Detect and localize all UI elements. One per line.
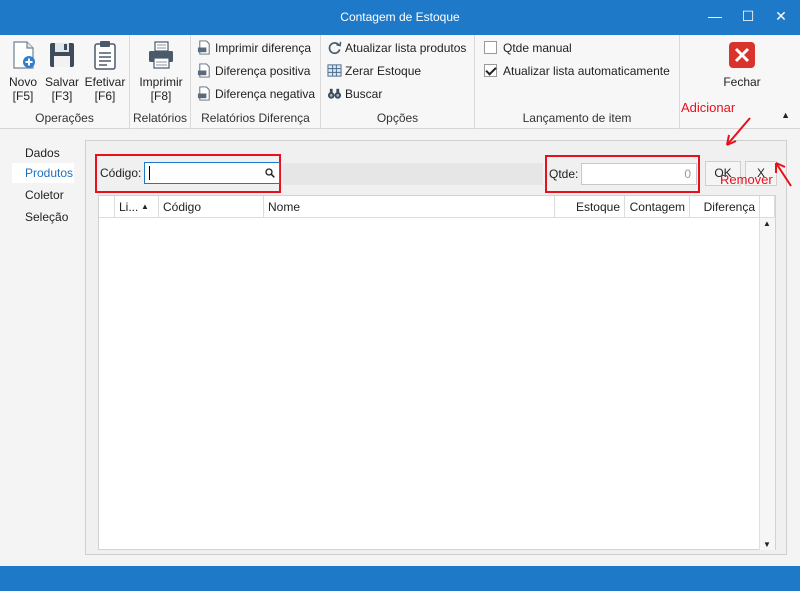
qtde-label: Qtde:	[549, 167, 579, 181]
nav-item-coletor[interactable]: Coletor	[12, 185, 74, 205]
ribbon-group-lancamento: Qtde manual Atualizar lista automaticame…	[475, 35, 680, 129]
products-grid: Li... ▲ Código Nome Estoque Contagem Dife…	[98, 195, 776, 550]
clipboard-icon	[94, 41, 116, 70]
qtde-manual-label: Qtde manual	[503, 41, 572, 55]
search-icon[interactable]	[265, 168, 275, 178]
grid-table-icon	[327, 64, 342, 77]
status-bar	[0, 566, 800, 591]
column-header-li[interactable]: Li... ▲	[115, 196, 159, 218]
produtos-panel: Código: Qtde: 0 OK X Li... ▲ Código Nome …	[85, 140, 787, 555]
ribbon-group-opcoes: Atualizar lista produtos Zerar Estoque B…	[321, 35, 475, 129]
printer-icon	[149, 41, 173, 69]
imprimir-shortcut: [F8]	[150, 89, 172, 103]
qtde-input[interactable]: 0	[581, 163, 697, 185]
document-print-icon	[197, 63, 210, 78]
qtde-manual-checkbox[interactable]: Qtde manual	[484, 38, 572, 58]
codigo-input[interactable]	[144, 162, 280, 184]
ribbon-collapse-button[interactable]: ▲	[781, 110, 790, 120]
annotation-adicionar: Adicionar	[681, 100, 736, 115]
sort-asc-icon: ▲	[141, 202, 149, 211]
imprimir-button[interactable]: Imprimir [F8]	[136, 39, 186, 103]
qtde-manual-check-box[interactable]	[484, 41, 497, 55]
fechar-label: Fechar	[723, 75, 761, 89]
maximize-button[interactable]: ☐	[731, 0, 765, 35]
floppy-disk-icon	[50, 43, 74, 67]
salvar-shortcut: [F3]	[51, 89, 73, 103]
efetivar-button[interactable]: Efetivar [F6]	[84, 39, 126, 103]
efetivar-shortcut: [F6]	[94, 89, 116, 103]
nav-item-produtos[interactable]: Produtos	[12, 163, 74, 183]
group-label-relatorios: Relatórios	[132, 111, 188, 125]
annotation-remover: Remover	[720, 172, 773, 187]
grid-scrollbar[interactable]: ▲ ▼	[759, 218, 775, 550]
salvar-button[interactable]: Salvar [F3]	[44, 39, 80, 103]
column-header-diferenca[interactable]: Diferença	[690, 196, 760, 218]
codigo-label: Código:	[100, 166, 142, 180]
atualizar-automatico-check-box[interactable]	[484, 64, 497, 78]
new-document-icon	[13, 41, 35, 69]
ribbon-group-relatorios: Imprimir [F8] Relatórios	[130, 35, 191, 129]
codigo-highlight: Código:	[95, 154, 281, 193]
diferenca-positiva-label: Diferença positiva	[215, 64, 311, 78]
imprimir-diferenca-label: Imprimir diferença	[215, 41, 312, 55]
buscar-label: Buscar	[345, 87, 383, 101]
atualizar-lista-produtos-label: Atualizar lista produtos	[345, 41, 467, 55]
diferenca-positiva-button[interactable]: Diferença positiva	[197, 61, 310, 81]
atualizar-lista-produtos-button[interactable]: Atualizar lista produtos	[327, 38, 466, 58]
diferenca-negativa-label: Diferença negativa	[215, 87, 316, 101]
buscar-button[interactable]: Buscar	[327, 84, 382, 104]
group-label-opcoes: Opções	[376, 111, 419, 125]
binoculars-icon	[327, 89, 342, 99]
scroll-down-icon[interactable]: ▼	[763, 540, 771, 549]
salvar-label: Salvar	[44, 75, 79, 89]
diferenca-negativa-button[interactable]: Diferença negativa	[197, 84, 315, 104]
qtde-highlight: Qtde: 0	[545, 155, 700, 193]
close-red-icon	[729, 42, 755, 68]
content-area: Dados Produtos Coletor Seleção Código: Q…	[0, 129, 800, 566]
close-window-button[interactable]: ✕	[764, 0, 798, 35]
atualizar-automatico-label: Atualizar lista automaticamente	[503, 64, 670, 78]
search-bar-background	[283, 163, 543, 185]
novo-shortcut: [F5]	[12, 89, 34, 103]
column-header-codigo[interactable]: Código	[159, 196, 264, 218]
ribbon: Novo [F5] Salvar [F3] Efetivar [F6] Oper…	[0, 35, 800, 129]
window-title: Contagem de Estoque	[340, 10, 460, 24]
scroll-up-icon[interactable]: ▲	[763, 219, 771, 228]
column-header-nome[interactable]: Nome	[264, 196, 555, 218]
title-bar: Contagem de Estoque — ☐ ✕	[0, 0, 800, 35]
column-header-estoque[interactable]: Estoque	[555, 196, 625, 218]
document-print-icon	[197, 40, 210, 55]
text-caret	[149, 166, 150, 180]
nav-item-selecao[interactable]: Seleção	[12, 207, 74, 227]
atualizar-automatico-checkbox[interactable]: Atualizar lista automaticamente	[484, 61, 670, 81]
column-header-li-label: Li...	[119, 200, 139, 214]
minimize-button[interactable]: —	[698, 0, 732, 35]
column-header-contagem[interactable]: Contagem	[625, 196, 690, 218]
ribbon-group-operacoes: Novo [F5] Salvar [F3] Efetivar [F6] Oper…	[0, 35, 130, 129]
novo-button[interactable]: Novo [F5]	[6, 39, 40, 103]
zerar-estoque-label: Zerar Estoque	[345, 64, 422, 78]
grid-header-corner	[760, 196, 775, 218]
document-print-icon	[197, 86, 210, 101]
nav-item-dados[interactable]: Dados	[12, 143, 74, 163]
group-label-lancamento: Lançamento de item	[522, 111, 632, 125]
group-label-relatorios-diferenca: Relatórios Diferença	[201, 111, 310, 125]
imprimir-diferenca-button[interactable]: Imprimir diferença	[197, 38, 311, 58]
novo-label: Novo	[8, 75, 37, 89]
fechar-button[interactable]: Fechar	[720, 39, 764, 89]
efetivar-label: Efetivar	[84, 75, 126, 89]
grid-row-header	[99, 196, 115, 218]
refresh-icon	[328, 42, 342, 55]
group-label-operacoes: Operações	[35, 111, 94, 125]
ribbon-group-relatorios-diferenca: Imprimir diferença Diferença positiva Di…	[191, 35, 321, 129]
imprimir-label: Imprimir	[139, 75, 183, 89]
zerar-estoque-button[interactable]: Zerar Estoque	[327, 61, 421, 81]
